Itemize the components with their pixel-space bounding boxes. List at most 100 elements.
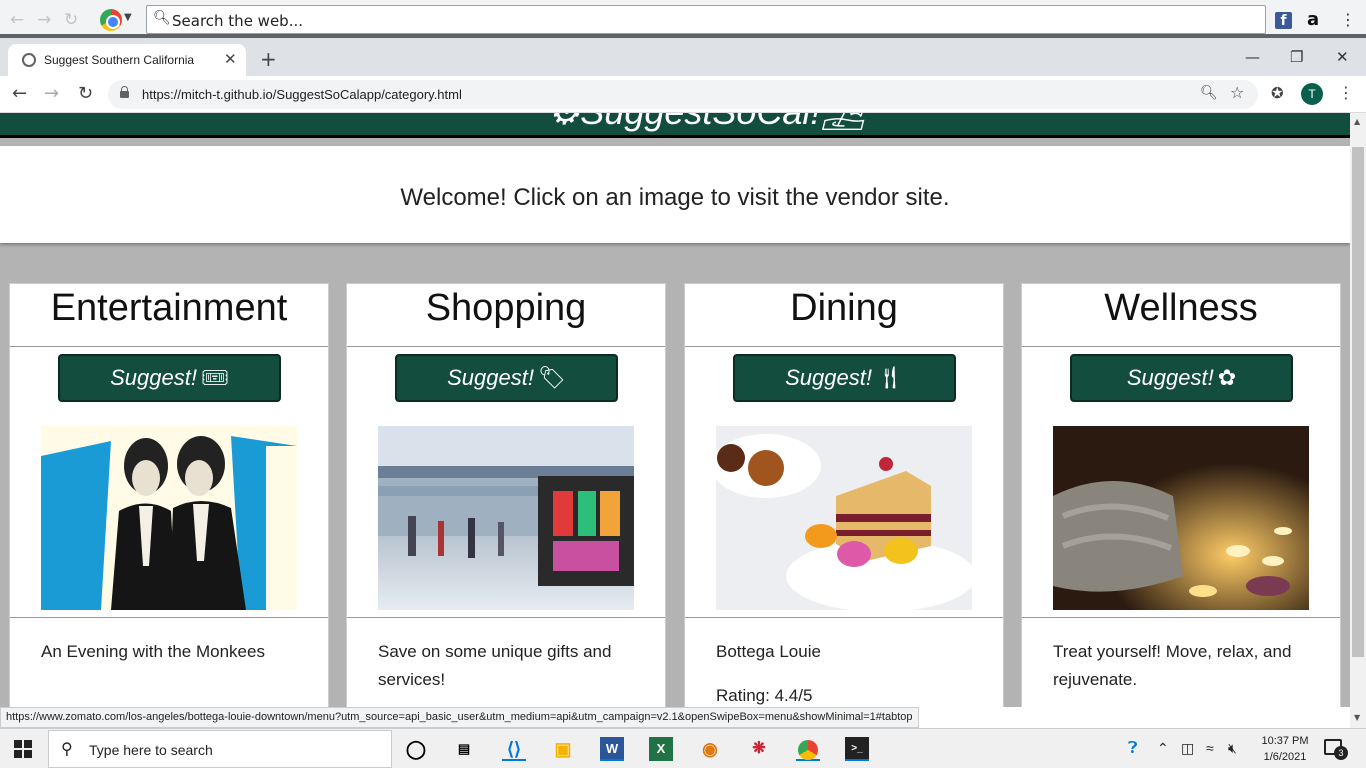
notification-center-icon[interactable]: 3 xyxy=(1324,739,1348,760)
caret-down-icon[interactable]: ▼ xyxy=(124,12,132,23)
chrome-logo-icon[interactable] xyxy=(100,9,122,31)
chrome-taskbar-icon[interactable] xyxy=(796,737,820,761)
web-search-input[interactable]: 🔍︎ Search the web... xyxy=(146,5,1266,34)
card-divider xyxy=(1022,617,1340,618)
clock-time: 10:37 PM xyxy=(1261,735,1309,747)
suggest-button-label: Suggest! xyxy=(110,365,197,390)
suggest-button-dining[interactable]: Suggest! 🍴︎ xyxy=(733,354,956,402)
suggest-button-label: Suggest! xyxy=(1126,365,1214,390)
card-description: An Evening with the Monkees xyxy=(41,642,265,661)
brave-icon[interactable]: ◉ xyxy=(698,737,722,761)
minimize-icon[interactable]: — xyxy=(1245,48,1260,66)
lock-icon[interactable] xyxy=(120,86,129,98)
card-shopping: Shopping Suggest! 🏷︎ Save on some unique… xyxy=(346,283,666,707)
spa-icon: ✿ xyxy=(1217,365,1237,390)
suggest-button-shopping[interactable]: Suggest! 🏷︎ xyxy=(395,354,618,402)
restore-icon[interactable]: ❐ xyxy=(1290,48,1303,66)
page-scrollbar[interactable]: ▲ ▼ xyxy=(1350,113,1366,728)
shopping-image[interactable] xyxy=(378,426,634,610)
card-divider xyxy=(685,617,1003,618)
category-title: Shopping xyxy=(347,284,665,347)
card-description: Save on some unique gifts and services! xyxy=(378,642,612,689)
scroll-up-icon[interactable]: ▲ xyxy=(1354,117,1360,126)
battery-icon[interactable]: ◫ xyxy=(1181,740,1194,757)
tray-chevron-icon[interactable]: ⌃ xyxy=(1157,740,1169,757)
facebook-icon[interactable]: f xyxy=(1275,12,1292,29)
chrome-menu-icon[interactable]: ⋮ xyxy=(1338,83,1354,102)
taskbar-search-input[interactable]: ⚲ Type here to search xyxy=(48,730,392,768)
tab-close-icon[interactable]: ✕ xyxy=(224,50,237,68)
site-brand[interactable]: ⚙SuggestSoCal!⛱ xyxy=(548,113,866,133)
slack-icon[interactable]: ❋ xyxy=(747,737,771,761)
file-explorer-icon[interactable]: ▣ xyxy=(551,737,575,761)
new-tab-icon[interactable]: + xyxy=(260,47,277,71)
suggest-button-entertainment[interactable]: Suggest! 🎟︎ xyxy=(58,354,281,402)
ticket-icon: 🎟︎ xyxy=(200,365,229,390)
category-title: Dining xyxy=(685,284,1003,347)
tag-icon: 🏷︎ xyxy=(537,365,566,390)
cortana-icon[interactable]: ◯ xyxy=(404,737,428,761)
address-bar: ← → ↻ https://mitch-t.github.io/SuggestS… xyxy=(0,76,1366,113)
volume-muted-icon[interactable]: 🔇︎ xyxy=(1228,740,1237,757)
suggest-button-label: Suggest! xyxy=(785,365,872,390)
back-icon[interactable]: ← xyxy=(12,83,27,104)
card-description: Treat yourself! Move, relax, and rejuven… xyxy=(1053,642,1292,689)
close-window-icon[interactable]: ✕ xyxy=(1336,48,1349,66)
notification-count: 3 xyxy=(1334,746,1348,760)
tab-title: Suggest Southern California xyxy=(44,53,195,67)
more-icon[interactable]: ⋮ xyxy=(1340,10,1356,29)
excel-icon[interactable]: X xyxy=(649,737,673,761)
card-rating: Rating: 4.4/5 xyxy=(716,686,813,705)
reload-icon[interactable]: ↻ xyxy=(78,83,93,104)
mall-photo xyxy=(378,426,634,610)
taskbar-clock[interactable]: 10:37 PM 1/6/2021 xyxy=(1258,733,1312,765)
card-dining: Dining Suggest! 🍴︎ Bottega Louie Rating:… xyxy=(684,283,1004,707)
category-title: Entertainment xyxy=(10,284,328,347)
vscode-icon[interactable]: ⟨⟩ xyxy=(502,737,526,761)
bookmark-star-icon[interactable]: ☆ xyxy=(1230,83,1244,102)
outer-back-icon[interactable]: ← xyxy=(10,10,24,30)
wellness-image[interactable] xyxy=(1053,426,1309,610)
suggest-button-wellness[interactable]: Suggest! ✿ xyxy=(1070,354,1293,402)
page-viewport: ⚙SuggestSoCal!⛱ Welcome! Click on an ima… xyxy=(0,113,1350,707)
tab-active[interactable]: Suggest Southern California ✕ xyxy=(8,44,246,76)
site-header: ⚙SuggestSoCal!⛱ xyxy=(0,113,1350,138)
scroll-down-icon[interactable]: ▼ xyxy=(1354,713,1360,722)
url-text[interactable]: https://mitch-t.github.io/SuggestSoCalap… xyxy=(142,87,462,102)
tab-strip: Suggest Southern California ✕ + — ❐ ✕ xyxy=(0,42,1366,76)
status-url-tooltip: https://www.zomato.com/los-angeles/botte… xyxy=(0,707,919,728)
card-wellness: Wellness Suggest! ✿ Treat yourself! Move… xyxy=(1021,283,1341,707)
wifi-icon[interactable]: ≈ xyxy=(1206,740,1214,756)
search-icon: ⚲ xyxy=(61,741,73,758)
help-icon[interactable]: ❓︎ xyxy=(1128,740,1138,758)
profile-avatar[interactable]: T xyxy=(1301,83,1323,105)
terminal-icon[interactable]: >_ xyxy=(845,737,869,761)
spa-photo xyxy=(1053,426,1309,610)
utensils-icon: 🍴︎ xyxy=(875,365,904,390)
amazon-icon[interactable]: a xyxy=(1307,9,1319,30)
card-divider xyxy=(10,617,328,618)
forward-icon[interactable]: → xyxy=(44,83,59,104)
extensions-icon[interactable]: ✪ xyxy=(1271,84,1284,102)
web-search-placeholder: Search the web... xyxy=(172,12,304,30)
outer-toolbar: ← → ↻ ▼ 🔍︎ Search the web... f a ⋮ xyxy=(0,0,1366,38)
zoom-icon[interactable]: 🔍︎ xyxy=(1200,85,1218,101)
outer-forward-icon[interactable]: → xyxy=(37,10,51,30)
word-icon[interactable]: W xyxy=(600,737,624,761)
search-icon: 🔍︎ xyxy=(153,10,171,26)
task-view-icon[interactable]: ▤ xyxy=(452,737,476,761)
card-description: Bottega Louie xyxy=(716,642,821,661)
dining-image[interactable] xyxy=(716,426,972,610)
outer-reload-icon[interactable]: ↻ xyxy=(64,10,78,30)
monkees-photo xyxy=(41,436,297,610)
card-divider xyxy=(347,617,665,618)
welcome-banner: Welcome! Click on an image to visit the … xyxy=(0,146,1350,243)
taskbar-search-placeholder: Type here to search xyxy=(89,742,213,758)
welcome-text: Welcome! Click on an image to visit the … xyxy=(400,184,950,211)
card-entertainment: Entertainment Suggest! 🎟︎ An Evening with… xyxy=(9,283,329,707)
taskbar: ⚲ Type here to search ◯ ▤ ⟨⟩ ▣ W X ◉ ❋ >… xyxy=(0,728,1366,768)
scroll-thumb[interactable] xyxy=(1352,147,1364,657)
omnibox[interactable]: https://mitch-t.github.io/SuggestSoCalap… xyxy=(108,80,1258,109)
windows-start-icon[interactable] xyxy=(14,740,32,758)
entertainment-image[interactable] xyxy=(41,426,297,610)
